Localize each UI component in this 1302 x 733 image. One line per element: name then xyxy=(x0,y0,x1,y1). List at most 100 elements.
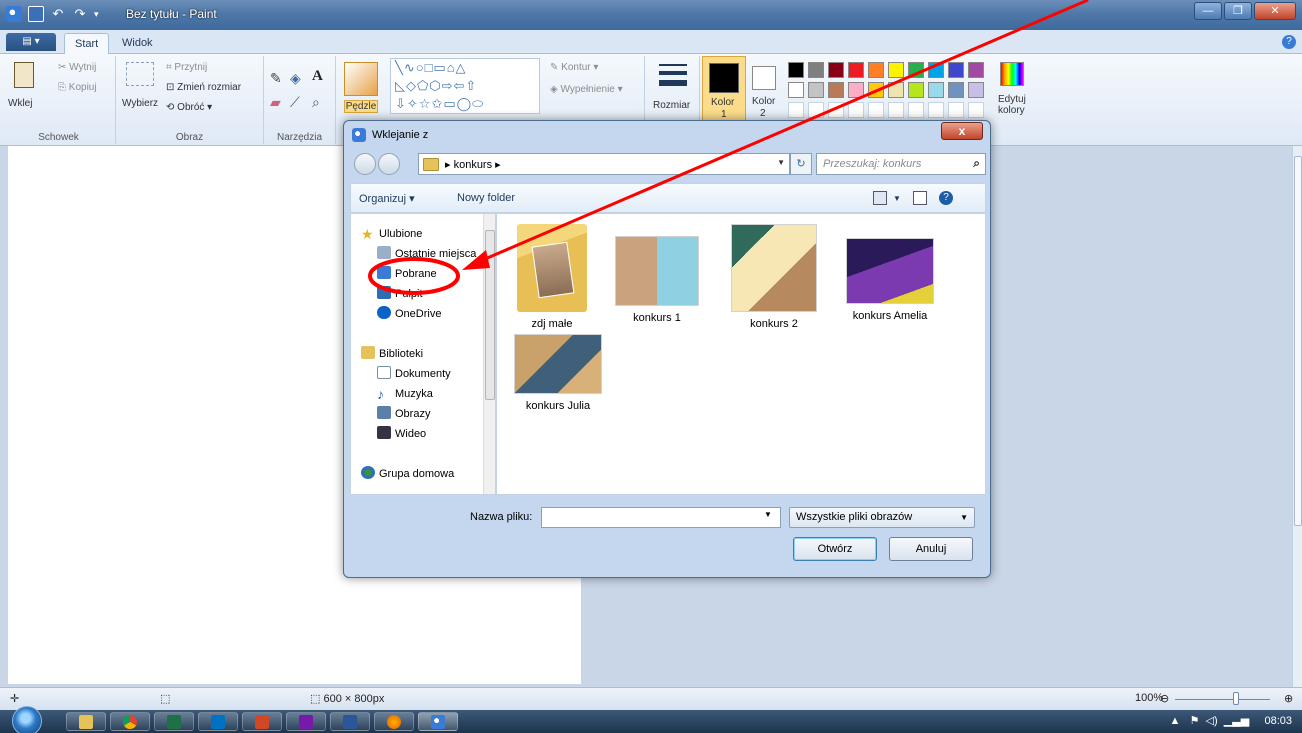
copy-button[interactable]: ⎘ Kopiuj xyxy=(58,82,97,93)
zoom-in-icon[interactable]: ⊕ xyxy=(1284,692,1293,705)
paste-button[interactable]: Wklej xyxy=(8,98,32,109)
search-box[interactable]: Przeszukaj: konkurs ⌕ xyxy=(816,153,986,175)
forward-button[interactable] xyxy=(378,153,400,175)
color-swatch[interactable] xyxy=(788,82,804,98)
fill-icon[interactable]: ◈ xyxy=(290,70,301,87)
dialog-close-button[interactable]: x xyxy=(941,122,983,140)
search-icon[interactable]: ⌕ xyxy=(973,156,980,171)
color-swatch[interactable] xyxy=(888,62,904,78)
address-bar[interactable]: ▸ konkurs ▸ ▼ xyxy=(418,153,790,175)
close-button[interactable]: ✕ xyxy=(1254,2,1296,20)
change-view-icon[interactable] xyxy=(873,191,887,205)
file-item[interactable]: konkurs Julia xyxy=(503,334,613,412)
tab-start[interactable]: Start xyxy=(64,33,110,54)
preview-pane-icon[interactable] xyxy=(913,191,927,205)
color-swatch[interactable] xyxy=(968,82,984,98)
vertical-scrollbar[interactable] xyxy=(1292,146,1302,687)
taskbar-powerpoint[interactable] xyxy=(242,712,282,731)
customize-qat-icon[interactable]: ▾ xyxy=(94,6,110,22)
taskbar-onenote[interactable] xyxy=(286,712,326,731)
nav-downloads[interactable]: Pobrane xyxy=(377,266,437,280)
custom-color-swatch[interactable] xyxy=(848,102,864,118)
filetype-select[interactable]: Wszystkie pliki obrazów ▼ xyxy=(789,507,975,528)
zoom-out-icon[interactable]: ⊖ xyxy=(1160,692,1169,705)
fill-shape-button[interactable]: ◈ Wypełnienie ▾ xyxy=(550,84,623,95)
action-center-icon[interactable]: ⚑ xyxy=(1190,715,1200,727)
custom-color-swatch[interactable] xyxy=(808,102,824,118)
filename-input[interactable] xyxy=(541,507,781,528)
taskbar-word[interactable] xyxy=(330,712,370,731)
custom-color-swatch[interactable] xyxy=(788,102,804,118)
custom-color-swatch[interactable] xyxy=(968,102,984,118)
paste-icon[interactable] xyxy=(14,62,34,88)
taskbar-outlook[interactable] xyxy=(198,712,238,731)
custom-color-swatch[interactable] xyxy=(908,102,924,118)
color-swatch[interactable] xyxy=(888,82,904,98)
scrollbar-thumb[interactable] xyxy=(1294,156,1302,526)
color-swatch[interactable] xyxy=(928,62,944,78)
help-icon[interactable]: ? xyxy=(939,191,953,205)
breadcrumb[interactable]: ▸ konkurs ▸ xyxy=(445,158,501,171)
minimize-button[interactable]: — xyxy=(1194,2,1222,20)
custom-color-swatch[interactable] xyxy=(868,102,884,118)
color-swatch[interactable] xyxy=(868,82,884,98)
nav-desktop[interactable]: Pulpit xyxy=(377,286,423,300)
custom-color-swatch[interactable] xyxy=(828,102,844,118)
color-swatch[interactable] xyxy=(968,62,984,78)
new-folder-button[interactable]: Nowy folder xyxy=(457,192,515,204)
zoom-slider-thumb[interactable] xyxy=(1233,692,1239,705)
color-swatch[interactable] xyxy=(948,82,964,98)
edit-colors-button[interactable]: Edytuj kolory xyxy=(998,94,1026,116)
color-swatch[interactable] xyxy=(868,62,884,78)
color-swatch[interactable] xyxy=(928,82,944,98)
nav-favorites[interactable]: ★ Ulubione xyxy=(361,226,422,242)
cut-button[interactable]: ✂ Wytnij xyxy=(58,62,96,73)
color-swatch[interactable] xyxy=(908,82,924,98)
redo-icon[interactable]: ↷ xyxy=(72,6,88,22)
zoom-slider[interactable] xyxy=(1175,699,1270,700)
address-dropdown-icon[interactable]: ▼ xyxy=(777,158,785,167)
color-swatch[interactable] xyxy=(808,82,824,98)
show-hidden-icons[interactable]: ▲ xyxy=(1169,715,1180,727)
shapes-gallery[interactable]: ╲∿○□▭⌂△ ◺◇⬠⬡⇨⇦⇧ ⇩✧☆✩▭◯⬭ xyxy=(390,58,540,114)
nav-onedrive[interactable]: OneDrive xyxy=(377,306,441,320)
crop-button[interactable]: ⌗ Przytnij xyxy=(166,62,207,73)
open-button[interactable]: Otwórz xyxy=(793,537,877,561)
clock[interactable]: 08:03 xyxy=(1264,715,1292,727)
file-item[interactable]: konkurs Amelia xyxy=(835,238,945,322)
color-swatch[interactable] xyxy=(808,62,824,78)
view-dropdown-icon[interactable]: ▼ xyxy=(893,194,901,203)
brush-icon[interactable] xyxy=(344,62,378,96)
nav-scrollbar-thumb[interactable] xyxy=(485,230,495,400)
color-swatch[interactable] xyxy=(828,62,844,78)
nav-videos[interactable]: Wideo xyxy=(377,426,426,440)
color-swatch[interactable] xyxy=(848,82,864,98)
volume-icon[interactable]: ◁) xyxy=(1206,715,1218,727)
color-swatch[interactable] xyxy=(948,62,964,78)
select-button[interactable]: Wybierz xyxy=(122,98,158,109)
paint-menu-button[interactable]: ▤ ▾ xyxy=(6,33,56,51)
nav-pictures[interactable]: Obrazy xyxy=(377,406,430,420)
cancel-button[interactable]: Anuluj xyxy=(889,537,973,561)
custom-color-swatch[interactable] xyxy=(928,102,944,118)
color-swatch[interactable] xyxy=(908,62,924,78)
undo-icon[interactable]: ↶ xyxy=(50,6,66,22)
maximize-button[interactable]: ❐ xyxy=(1224,2,1252,20)
refresh-button[interactable]: ↻ xyxy=(790,153,812,175)
custom-color-swatch[interactable] xyxy=(888,102,904,118)
nav-documents[interactable]: Dokumenty xyxy=(377,366,451,380)
nav-recent[interactable]: Ostatnie miejsca xyxy=(377,246,476,260)
nav-homegroup[interactable]: Grupa domowa xyxy=(361,466,454,480)
nav-scrollbar[interactable] xyxy=(483,214,495,494)
tab-view[interactable]: Widok xyxy=(112,33,163,54)
edit-colors-icon[interactable] xyxy=(1000,62,1024,86)
paint-app-icon[interactable] xyxy=(6,6,22,22)
taskbar-paint[interactable] xyxy=(418,712,458,731)
taskbar-chrome[interactable] xyxy=(110,712,150,731)
eraser-icon[interactable]: ▰ xyxy=(270,94,281,111)
file-item[interactable]: konkurs 2 xyxy=(719,224,829,330)
magnifier-icon[interactable]: ⌕ xyxy=(312,94,320,111)
help-icon[interactable]: ? xyxy=(1282,35,1296,49)
color-picker-icon[interactable]: ⟋ xyxy=(290,94,300,111)
color-swatch[interactable] xyxy=(788,62,804,78)
